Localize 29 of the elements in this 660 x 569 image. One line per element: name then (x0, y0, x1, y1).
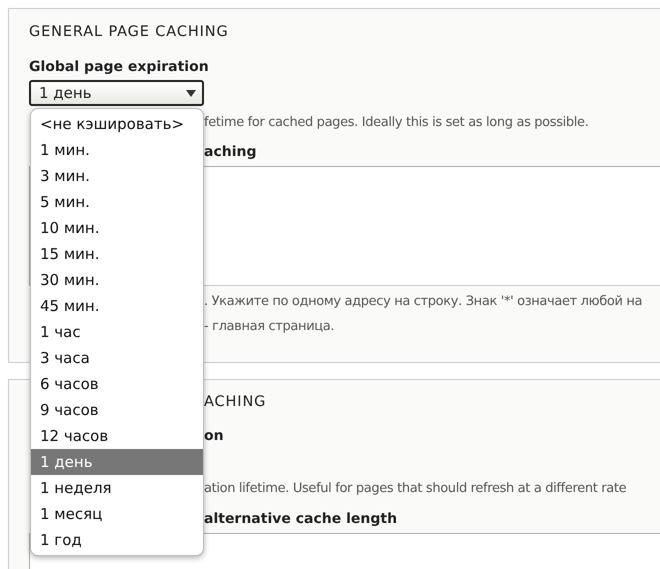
dropdown-option[interactable]: 30 мин. (31, 267, 203, 293)
field-description: fetime for cached pages. Ideally this is set as long as possible. (204, 114, 588, 132)
dropdown-option[interactable]: 3 часа (31, 345, 203, 371)
section-title: GENERAL PAGE CACHING (29, 23, 230, 42)
field-label: Global page expiration (29, 58, 210, 76)
dropdown-option[interactable]: 1 мин. (31, 137, 203, 163)
dropdown-option[interactable]: 5 мин. (31, 189, 203, 215)
field-description: ation lifetime. Useful for pages that should refresh at a different rate (204, 480, 626, 498)
field-description: - главная страница. (204, 318, 336, 336)
dropdown-option[interactable]: 12 часов (31, 423, 203, 449)
dropdown-option[interactable]: 1 час (31, 319, 203, 345)
dropdown-option[interactable]: 1 месяц (31, 501, 203, 527)
dropdown-option[interactable]: 45 мин. (31, 293, 203, 319)
dropdown-option[interactable]: 1 неделя (31, 475, 203, 501)
dropdown-option[interactable]: <не кэшировать> (31, 111, 203, 137)
field-label: on (204, 427, 224, 445)
section-title: ACHING (204, 393, 266, 412)
dropdown-option[interactable]: 1 год (31, 527, 203, 553)
dropdown-option[interactable]: 1 день (31, 449, 203, 475)
field-description: . Укажите по одному адресу на строку. Знак '*' означает любой на (204, 293, 642, 311)
field-label: aching (204, 143, 256, 161)
dropdown-arrow-icon (186, 90, 196, 96)
dropdown-option[interactable]: 6 часов (31, 371, 203, 397)
dropdown-option[interactable]: 15 мин. (31, 241, 203, 267)
dropdown-option[interactable]: 10 мин. (31, 215, 203, 241)
select-field[interactable]: 1 день (29, 80, 204, 106)
dropdown-option[interactable]: 3 мин. (31, 163, 203, 189)
dropdown-option[interactable]: 9 часов (31, 397, 203, 423)
field-label: alternative cache length (204, 510, 398, 528)
